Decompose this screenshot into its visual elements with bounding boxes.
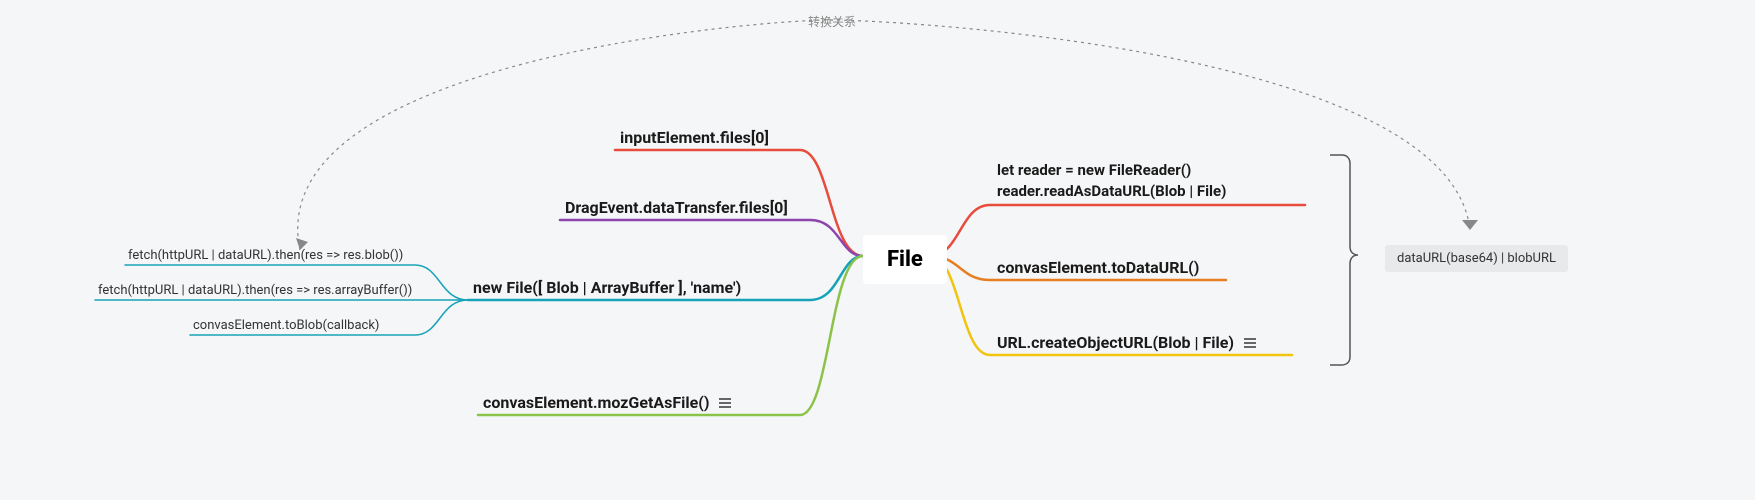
branch-dragevent: DragEvent.dataTransfer.files[0] xyxy=(565,198,788,217)
center-node: File xyxy=(863,235,947,284)
branch-filereader: let reader = new FileReader() reader.rea… xyxy=(997,160,1226,202)
arc-annotation: 转换关系 xyxy=(808,13,856,30)
branch-mozgetasfile-label: convasElement.mozGetAsFile() xyxy=(483,393,709,412)
subnode-fetch-arraybuffer: fetch(httpURL | dataURL).then(res => res… xyxy=(98,283,412,298)
branch-todataurl: convasElement.toDataURL() xyxy=(997,258,1199,277)
branch-new-file: new File([ Blob | ArrayBuffer ], 'name') xyxy=(473,278,741,297)
branch-createobjecturl: URL.createObjectURL(Blob | File) xyxy=(997,333,1258,352)
bracket-target-box: dataURL(base64) | blobURL xyxy=(1385,245,1568,272)
branch-filereader-line1: let reader = new FileReader() xyxy=(997,160,1226,181)
subnode-fetch-blob: fetch(httpURL | dataURL).then(res => res… xyxy=(128,248,403,263)
branch-input-files: inputElement.files[0] xyxy=(620,128,769,147)
branch-createobjecturl-label: URL.createObjectURL(Blob | File) xyxy=(997,333,1234,352)
branch-filereader-line2: reader.readAsDataURL(Blob | File) xyxy=(997,181,1226,202)
note-icon xyxy=(719,398,733,410)
note-icon xyxy=(1244,338,1258,350)
branch-mozgetasfile: convasElement.mozGetAsFile() xyxy=(483,393,733,412)
subnode-canvas-toblob: convasElement.toBlob(callback) xyxy=(193,318,379,333)
